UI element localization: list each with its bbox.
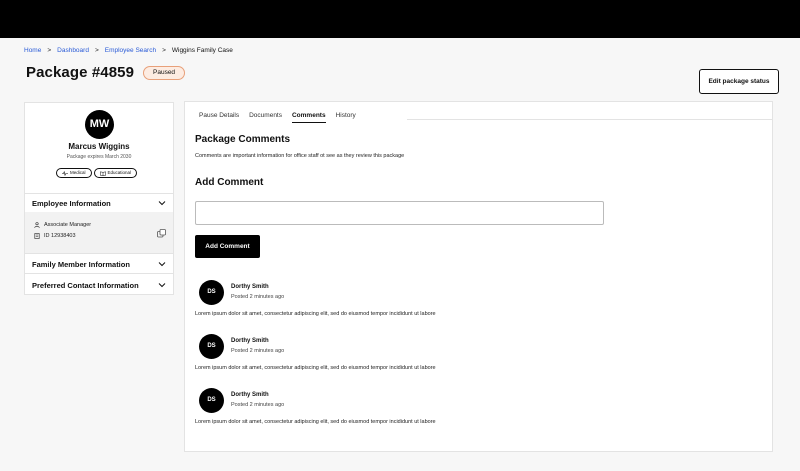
breadcrumb-separator: >	[162, 47, 166, 54]
chevron-down-icon	[158, 201, 166, 206]
chevron-down-icon	[158, 262, 166, 267]
breadcrumb-employee-search-link[interactable]: Employee Search	[105, 47, 156, 54]
employee-sidebar: MW Marcus Wiggins Package expires March …	[24, 102, 174, 295]
chip-label: Educational	[107, 170, 132, 175]
avatar: DS	[199, 388, 224, 413]
preferred-contact-information-toggle[interactable]: Preferred Contact Information	[25, 276, 173, 294]
comment-body: Lorem ipsum dolor sit amet, consectetur …	[195, 311, 436, 317]
preferred-contact-information-section: Preferred Contact Information	[25, 276, 173, 295]
comment-timestamp: Posted 2 minutes ago	[231, 294, 285, 300]
section-title: Employee Information	[32, 198, 111, 208]
tab-documents[interactable]: Documents	[249, 112, 282, 123]
tab-bar: Pause Details Documents Comments History	[199, 112, 356, 123]
package-comments-description: Comments are important information for o…	[195, 153, 405, 159]
tab-pause-details[interactable]: Pause Details	[199, 112, 239, 123]
employee-information-toggle[interactable]: Employee Information	[25, 194, 173, 212]
book-icon	[99, 170, 106, 176]
section-title: Preferred Contact Information	[32, 280, 139, 290]
avatar: DS	[199, 280, 224, 305]
breadcrumb-separator: >	[94, 47, 99, 54]
section-title: Family Member Information	[32, 259, 130, 269]
id-card-icon	[34, 233, 40, 239]
package-expiry: Package expires March 2030	[66, 154, 132, 160]
breadcrumb-current: Wiggins Family Case	[171, 47, 233, 54]
chip-label: Medical	[70, 170, 86, 175]
breadcrumb-dashboard-link[interactable]: Dashboard	[57, 47, 89, 54]
comment-author: Dorthy Smith	[231, 338, 269, 344]
id-line: ID 12938403	[34, 233, 76, 239]
benefit-chips: Medical Educational	[56, 168, 138, 178]
person-icon	[34, 222, 40, 228]
employee-information-body: Associate Manager ID 12938403	[25, 212, 173, 254]
add-comment-button[interactable]: Add Comment	[195, 235, 260, 258]
tab-comments[interactable]: Comments	[291, 112, 326, 123]
comment-author: Dorthy Smith	[231, 392, 269, 398]
pulse-icon	[62, 170, 68, 176]
chip-medical: Medical	[56, 168, 92, 178]
comment-input[interactable]	[195, 201, 604, 225]
family-member-information-toggle[interactable]: Family Member Information	[25, 255, 173, 273]
chip-educational: Educational	[93, 168, 138, 178]
package-comments-title: Package Comments	[195, 134, 291, 145]
page-title: Package #4859	[26, 64, 135, 81]
chevron-down-icon	[158, 283, 166, 288]
comment-body: Lorem ipsum dolor sit amet, consectetur …	[195, 365, 436, 371]
top-bar	[0, 0, 800, 38]
add-comment-title: Add Comment	[195, 177, 264, 188]
copy-icon[interactable]	[157, 229, 166, 238]
family-member-information-section: Family Member Information	[25, 255, 173, 274]
avatar: DS	[199, 334, 224, 359]
breadcrumb-separator: >	[47, 47, 52, 54]
breadcrumb: Home > Dashboard > Employee Search > Wig…	[24, 47, 233, 54]
comment-timestamp: Posted 2 minutes ago	[231, 348, 285, 354]
employee-information-section: Employee Information	[25, 193, 173, 213]
comment-timestamp: Posted 2 minutes ago	[231, 402, 285, 408]
breadcrumb-home-link[interactable]: Home	[24, 47, 41, 54]
employee-role: Associate Manager	[44, 222, 92, 228]
employee-id: ID 12938403	[44, 233, 76, 239]
package-detail-panel: Pause Details Documents Comments History…	[184, 101, 773, 452]
tab-divider	[407, 119, 773, 120]
role-line: Associate Manager	[34, 222, 91, 228]
edit-package-status-button[interactable]: Edit package status	[699, 69, 779, 94]
comment-author: Dorthy Smith	[231, 284, 269, 290]
avatar: MW	[85, 110, 114, 139]
comment-body: Lorem ipsum dolor sit amet, consectetur …	[195, 419, 436, 425]
status-badge: Paused	[143, 66, 186, 80]
tab-history[interactable]: History	[336, 112, 356, 123]
profile-name: Marcus Wiggins	[68, 142, 130, 151]
